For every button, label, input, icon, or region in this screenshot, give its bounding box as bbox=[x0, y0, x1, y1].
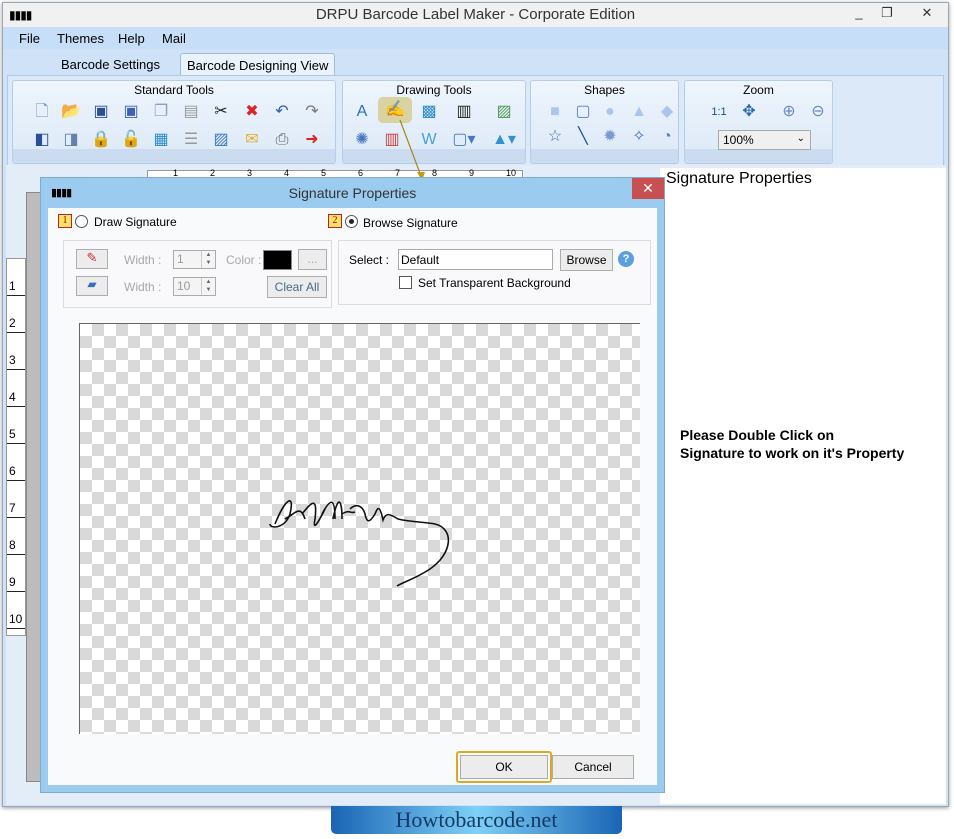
eraser-icon: ▰ bbox=[87, 277, 97, 291]
draw-signature-radio[interactable] bbox=[75, 215, 88, 228]
step-badge-1: 1 bbox=[58, 214, 72, 228]
spin-arrows-icon: ▲ ▼ bbox=[201, 251, 215, 268]
browse-button[interactable]: Browse bbox=[560, 249, 613, 271]
pen-icon: ✎ bbox=[86, 250, 98, 265]
signature-preview[interactable] bbox=[79, 323, 640, 734]
dialog-title-bar: ▮▮▮▮ Signature Properties ✕ bbox=[41, 178, 664, 208]
select-label: Select : bbox=[349, 253, 390, 267]
ok-button[interactable]: OK bbox=[460, 755, 548, 779]
signature-properties-dialog: ▮▮▮▮ Signature Properties ✕ 1 Draw Signa… bbox=[40, 177, 665, 793]
pen-width-stepper[interactable]: 1 ▲ ▼ bbox=[173, 250, 216, 269]
draw-signature-label[interactable]: Draw Signature bbox=[94, 215, 177, 229]
signature-image bbox=[269, 500, 450, 587]
browse-signature-label[interactable]: Browse Signature bbox=[363, 216, 458, 230]
pen-button[interactable]: ✎ bbox=[76, 249, 108, 269]
draw-panel: ✎ ▰ Width : Width : 1 ▲ ▼ 10 ▲ ▼ Color : ...… bbox=[63, 240, 332, 308]
transparent-background-checkbox[interactable] bbox=[399, 276, 412, 289]
eraser-width-value: 10 bbox=[177, 279, 191, 293]
browse-panel: Select : Browse ? Set Transparent Backgr… bbox=[338, 240, 651, 305]
eraser-width-stepper[interactable]: 10 ▲ ▼ bbox=[173, 277, 216, 296]
color-picker-button[interactable]: ... bbox=[298, 249, 327, 270]
browse-signature-radio[interactable] bbox=[345, 215, 358, 228]
eraser-width-label: Width : bbox=[124, 280, 162, 294]
pen-width-value: 1 bbox=[177, 252, 184, 266]
step-badge-2: 2 bbox=[328, 214, 342, 228]
spin-arrows-icon: ▲ ▼ bbox=[201, 278, 215, 295]
cancel-button[interactable]: Cancel bbox=[552, 755, 634, 779]
signature-select-input[interactable] bbox=[398, 249, 553, 270]
dialog-close-button[interactable]: ✕ bbox=[632, 178, 664, 199]
eraser-button[interactable]: ▰ bbox=[76, 276, 108, 296]
help-icon[interactable]: ? bbox=[618, 251, 634, 267]
dialog-body: 1 Draw Signature 2 Browse Signature ✎ ▰ … bbox=[48, 208, 657, 785]
color-swatch[interactable] bbox=[263, 250, 292, 270]
transparent-background-label[interactable]: Set Transparent Background bbox=[418, 276, 571, 290]
dialog-title: Signature Properties bbox=[288, 185, 417, 201]
color-label: Color : bbox=[226, 253, 262, 267]
clear-all-button[interactable]: Clear All bbox=[267, 276, 327, 298]
pen-width-label: Width : bbox=[124, 253, 162, 267]
footer-banner: Howtobarcode.net bbox=[331, 806, 622, 834]
